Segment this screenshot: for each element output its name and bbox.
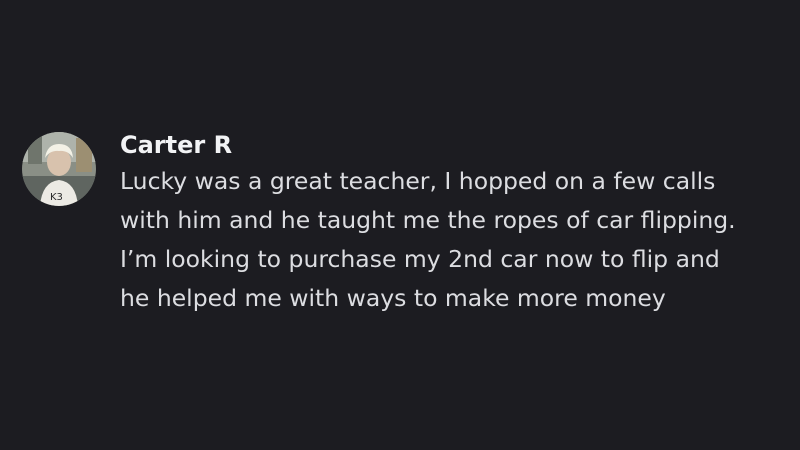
message-line: with him and he taught me the ropes of c… [120, 206, 736, 234]
svg-text:K3: K3 [50, 192, 63, 203]
message-text: Lucky was a great teacher, I hopped on a… [120, 162, 792, 318]
message-line: he helped me with ways to make more mone… [120, 284, 666, 312]
message-line: Lucky was a great teacher, I hopped on a… [120, 167, 716, 195]
chat-message: K3 Carter R Lucky was a great teacher, I… [22, 126, 792, 318]
message-line: I’m looking to purchase my 2nd car now t… [120, 245, 720, 273]
author-name[interactable]: Carter R [120, 128, 792, 162]
avatar-photo-icon: K3 [22, 132, 96, 206]
message-content: Carter R Lucky was a great teacher, I ho… [120, 126, 792, 318]
avatar[interactable]: K3 [22, 132, 96, 206]
